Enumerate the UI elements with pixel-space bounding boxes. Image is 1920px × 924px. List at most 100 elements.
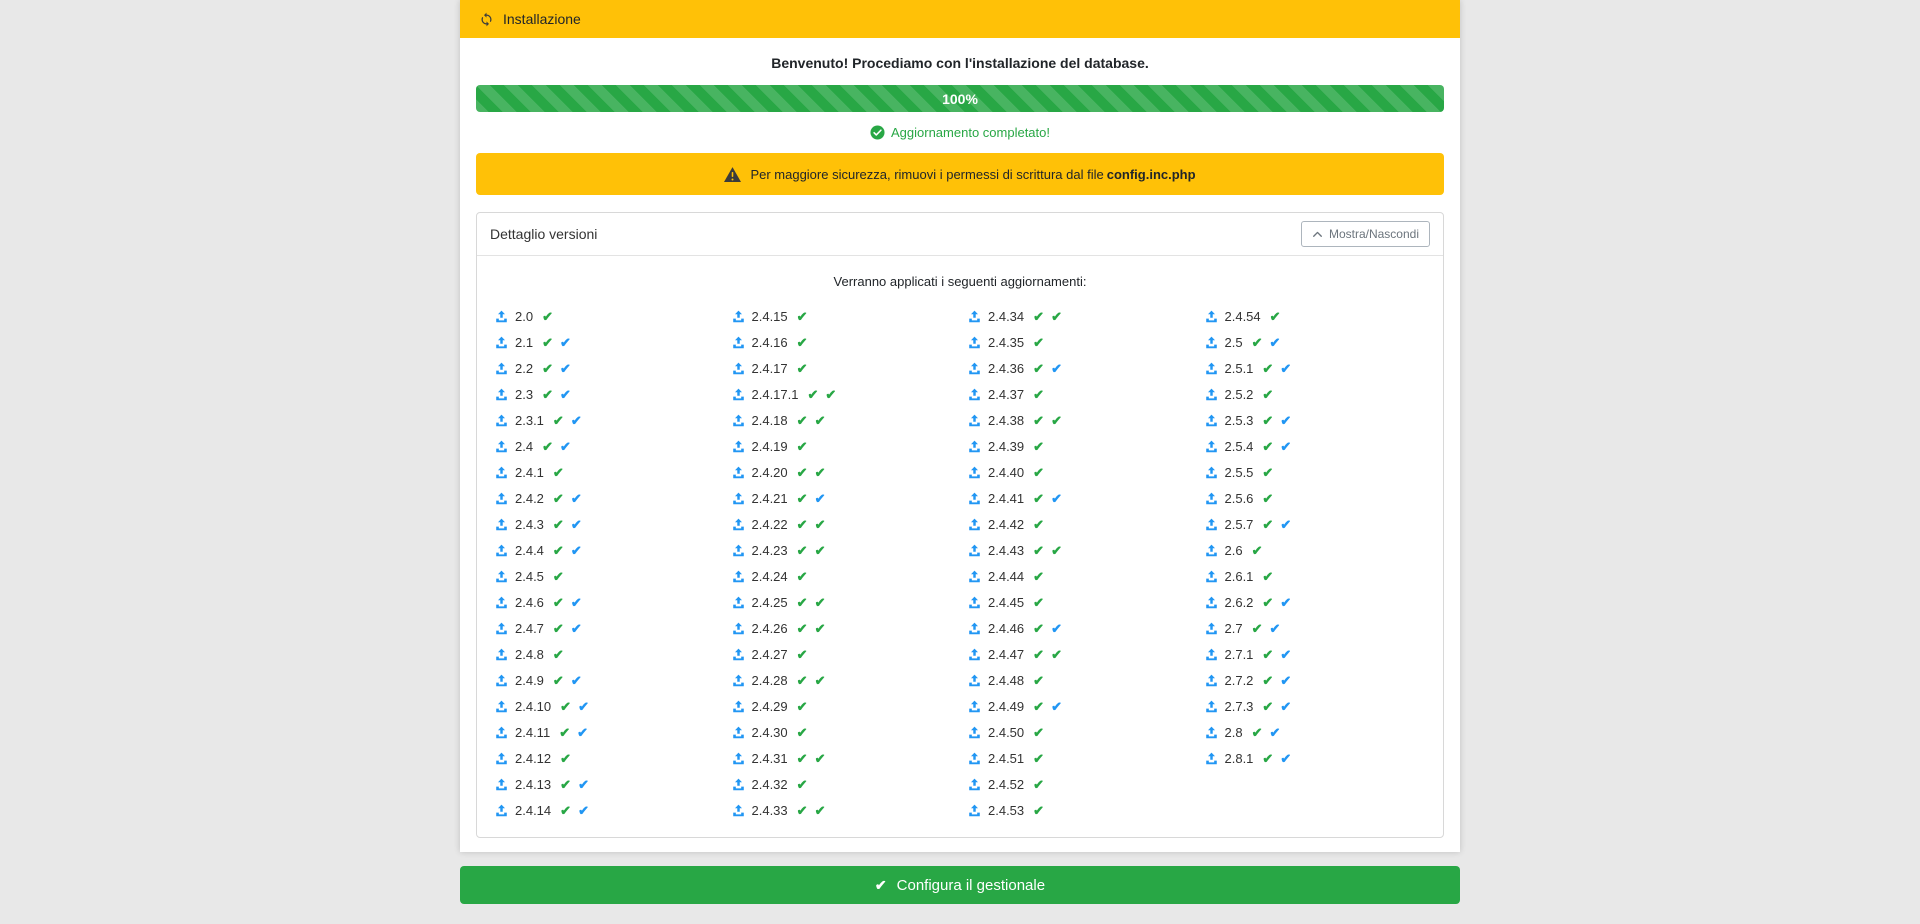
check-icon: ✔: [1033, 388, 1044, 401]
version-label: 2.7.2: [1225, 673, 1254, 688]
check-icon: ✔: [553, 466, 564, 479]
version-row: 2.4.32✔: [724, 771, 961, 797]
version-label: 2.4.33: [752, 803, 788, 818]
version-label: 2.4.35: [988, 335, 1024, 350]
status-text: Aggiornamento completato!: [891, 125, 1050, 140]
check-icon: ✔: [1280, 752, 1291, 765]
configure-button[interactable]: ✔ Configura il gestionale: [460, 866, 1460, 904]
version-label: 2.4.52: [988, 777, 1024, 792]
check-icon: ✔: [797, 752, 808, 765]
version-label: 2.5.1: [1225, 361, 1254, 376]
upload-icon: [1205, 570, 1218, 583]
upload-icon: [732, 362, 745, 375]
check-icon: ✔: [571, 414, 582, 427]
check-icon: ✔: [542, 310, 553, 323]
upload-icon: [968, 414, 981, 427]
check-icon: ✔: [560, 362, 571, 375]
check-icon: ✔: [797, 622, 808, 635]
version-label: 2.5.5: [1225, 465, 1254, 480]
check-icon: ✔: [1280, 440, 1291, 453]
version-label: 2.4.3: [515, 517, 544, 532]
check-icon: ✔: [1033, 518, 1044, 531]
toggle-versions-label: Mostra/Nascondi: [1329, 227, 1419, 241]
version-row: 2.4.17✔: [724, 355, 961, 381]
upload-icon: [1205, 518, 1218, 531]
upload-icon: [495, 570, 508, 583]
version-label: 2.4: [515, 439, 533, 454]
upload-icon: [968, 752, 981, 765]
check-icon: ✔: [1262, 674, 1273, 687]
check-icon: ✔: [1262, 596, 1273, 609]
check-icon: ✔: [560, 778, 571, 791]
check-icon: ✔: [542, 440, 553, 453]
check-icon: ✔: [1262, 466, 1273, 479]
upload-icon: [495, 414, 508, 427]
upload-icon: [1205, 648, 1218, 661]
version-row: 2.4.38✔✔: [960, 407, 1197, 433]
versions-column: 2.0✔2.1✔✔2.2✔✔2.3✔✔2.3.1✔✔2.4✔✔2.4.1✔2.4…: [487, 303, 724, 823]
version-label: 2.8: [1225, 725, 1243, 740]
check-icon: ✔: [1262, 700, 1273, 713]
upload-icon: [732, 466, 745, 479]
version-label: 2.7.1: [1225, 647, 1254, 662]
version-label: 2.5: [1225, 335, 1243, 350]
check-icon: ✔: [578, 804, 589, 817]
version-row: 2.6✔: [1197, 537, 1434, 563]
version-label: 2.4.27: [752, 647, 788, 662]
version-row: 2.3✔✔: [487, 381, 724, 407]
check-icon: ✔: [578, 778, 589, 791]
check-icon: ✔: [560, 752, 571, 765]
check-icon: ✔: [553, 492, 564, 505]
upload-icon: [732, 440, 745, 453]
upload-icon: [1205, 622, 1218, 635]
version-label: 2.4.7: [515, 621, 544, 636]
upload-icon: [1205, 362, 1218, 375]
check-icon: ✔: [797, 570, 808, 583]
check-icon: ✔: [1051, 362, 1062, 375]
version-row: 2.5.1✔✔: [1197, 355, 1434, 381]
upload-icon: [495, 752, 508, 765]
version-label: 2.6: [1225, 543, 1243, 558]
updates-subtitle: Verranno applicati i seguenti aggiorname…: [487, 274, 1433, 289]
upload-icon: [732, 622, 745, 635]
version-row: 2.4.3✔✔: [487, 511, 724, 537]
check-icon: ✔: [553, 648, 564, 661]
check-icon: ✔: [1269, 726, 1280, 739]
check-icon: ✔: [815, 752, 826, 765]
check-icon: ✔: [553, 414, 564, 427]
version-label: 2.4.17.1: [752, 387, 799, 402]
version-label: 2.5.3: [1225, 413, 1254, 428]
check-icon: ✔: [1033, 596, 1044, 609]
version-label: 2.4.41: [988, 491, 1024, 506]
toggle-versions-button[interactable]: Mostra/Nascondi: [1301, 221, 1430, 247]
version-label: 2.4.19: [752, 439, 788, 454]
version-label: 2.4.42: [988, 517, 1024, 532]
version-label: 2.3: [515, 387, 533, 402]
version-row: 2.7✔✔: [1197, 615, 1434, 641]
check-icon: ✔: [797, 648, 808, 661]
configure-button-label: Configura il gestionale: [897, 877, 1045, 894]
check-icon: ✔: [815, 544, 826, 557]
version-row: 2.4.28✔✔: [724, 667, 961, 693]
version-label: 2.4.48: [988, 673, 1024, 688]
version-label: 2.4.22: [752, 517, 788, 532]
upload-icon: [732, 570, 745, 583]
check-icon: ✔: [815, 674, 826, 687]
version-label: 2.4.18: [752, 413, 788, 428]
version-row: 2.4.36✔✔: [960, 355, 1197, 381]
check-icon: ✔: [797, 310, 808, 323]
version-row: 2.3.1✔✔: [487, 407, 724, 433]
page-container: Installazione Benvenuto! Procediamo con …: [460, 0, 1460, 904]
check-icon: ✔: [1262, 440, 1273, 453]
version-label: 2.4.10: [515, 699, 551, 714]
check-icon: ✔: [1262, 362, 1273, 375]
version-row: 2.4.30✔: [724, 719, 961, 745]
check-icon: ✔: [797, 804, 808, 817]
upload-icon: [732, 518, 745, 531]
version-row: 2.4.49✔✔: [960, 693, 1197, 719]
check-icon: ✔: [1033, 778, 1044, 791]
check-icon: ✔: [553, 674, 564, 687]
upload-icon: [1205, 596, 1218, 609]
version-row: 2.4.21✔✔: [724, 485, 961, 511]
upload-icon: [968, 518, 981, 531]
